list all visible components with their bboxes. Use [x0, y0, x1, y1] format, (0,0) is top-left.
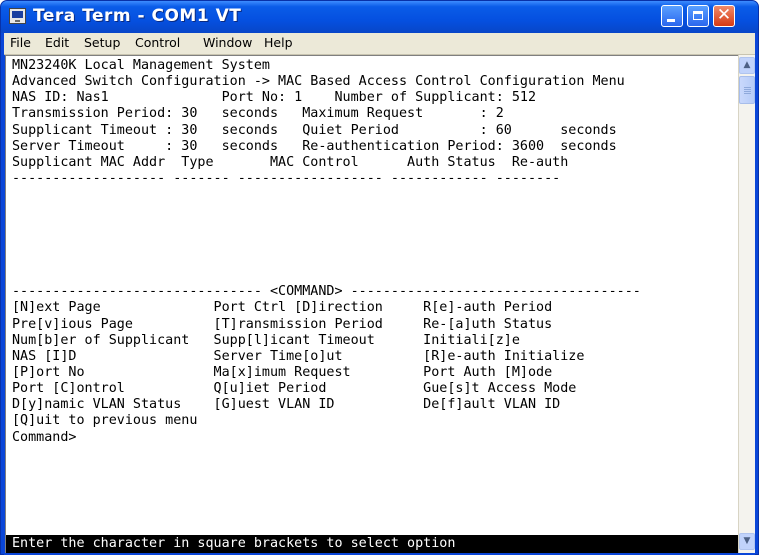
close-button[interactable]: ✕	[713, 5, 735, 27]
menu-edit[interactable]: Edit	[45, 35, 69, 50]
chevron-down-icon: ▼	[743, 536, 751, 546]
terminal-line: Supplicant MAC Addr Type MAC Control Aut…	[12, 154, 569, 170]
scroll-down-button[interactable]: ▼	[739, 533, 755, 550]
title-bar[interactable]: Tera Term - COM1 VT ✕	[1, 1, 758, 33]
menu-setup[interactable]: Setup	[84, 35, 120, 50]
close-icon: ✕	[716, 5, 732, 25]
terminal-status-line: Enter the character in square brackets t…	[6, 535, 738, 553]
chevron-up-icon: ▲	[743, 60, 751, 70]
terminal-line: Supplicant Timeout : 30 seconds Quiet Pe…	[12, 122, 617, 138]
terminal-line: Pre[v]ious Page [T]ransmission Period Re…	[12, 316, 553, 332]
menu-window[interactable]: Window	[203, 35, 252, 50]
terminal-line: [Q]uit to previous menu	[12, 413, 198, 429]
menu-bar: File Edit Setup Control Window Help	[4, 33, 755, 55]
terminal-line: D[y]namic VLAN Status [G]uest VLAN ID De…	[12, 397, 561, 413]
terminal-line: Advanced Switch Configuration -> MAC Bas…	[12, 74, 625, 90]
terminal-line: ------------------------------- <COMMAND…	[12, 284, 641, 300]
menu-file[interactable]: File	[10, 35, 31, 50]
tera-term-app-icon[interactable]	[9, 8, 26, 24]
terminal-line: Num[b]er of Supplicant Supp[l]icant Time…	[12, 332, 520, 348]
menu-control[interactable]: Control	[135, 35, 180, 50]
window-title: Tera Term - COM1 VT	[33, 6, 242, 26]
status-text: Enter the character in square brackets t…	[12, 536, 456, 551]
tera-term-window: Tera Term - COM1 VT ✕ File Edit Setup Co…	[0, 0, 759, 555]
minimize-icon	[667, 19, 675, 22]
terminal-line: [P]ort No Ma[x]imum Request Port Auth [M…	[12, 364, 553, 380]
minimize-button[interactable]	[661, 5, 683, 27]
terminal-text[interactable]: MN23240K Local Management System Advance…	[12, 58, 641, 446]
terminal-line: ------------------- ------- ------------…	[12, 171, 561, 187]
terminal-line: Transmission Period: 30 seconds Maximum …	[12, 106, 504, 122]
terminal-line: [N]ext Page Port Ctrl [D]irection R[e]-a…	[12, 300, 553, 316]
scroll-up-button[interactable]: ▲	[739, 57, 755, 74]
scrollbar-thumb[interactable]	[739, 76, 755, 104]
maximize-button[interactable]	[687, 5, 709, 27]
maximize-icon	[693, 11, 703, 20]
terminal-area[interactable]: MN23240K Local Management System Advance…	[5, 55, 738, 553]
terminal-line: Port [C]ontrol Q[u]iet Period Gue[s]t Ac…	[12, 381, 577, 397]
terminal-line: MN23240K Local Management System	[12, 58, 270, 73]
vertical-scrollbar[interactable]: ▲ ▼	[738, 55, 755, 553]
terminal-line: NAS ID: Nas1 Port No: 1 Number of Suppli…	[12, 90, 537, 106]
menu-help[interactable]: Help	[264, 35, 293, 50]
terminal-line: Server Timeout : 30 seconds Re-authentic…	[12, 138, 617, 154]
terminal-line: NAS [I]D Server Time[o]ut [R]e-auth Init…	[12, 348, 585, 364]
command-prompt[interactable]: Command>	[12, 430, 77, 445]
